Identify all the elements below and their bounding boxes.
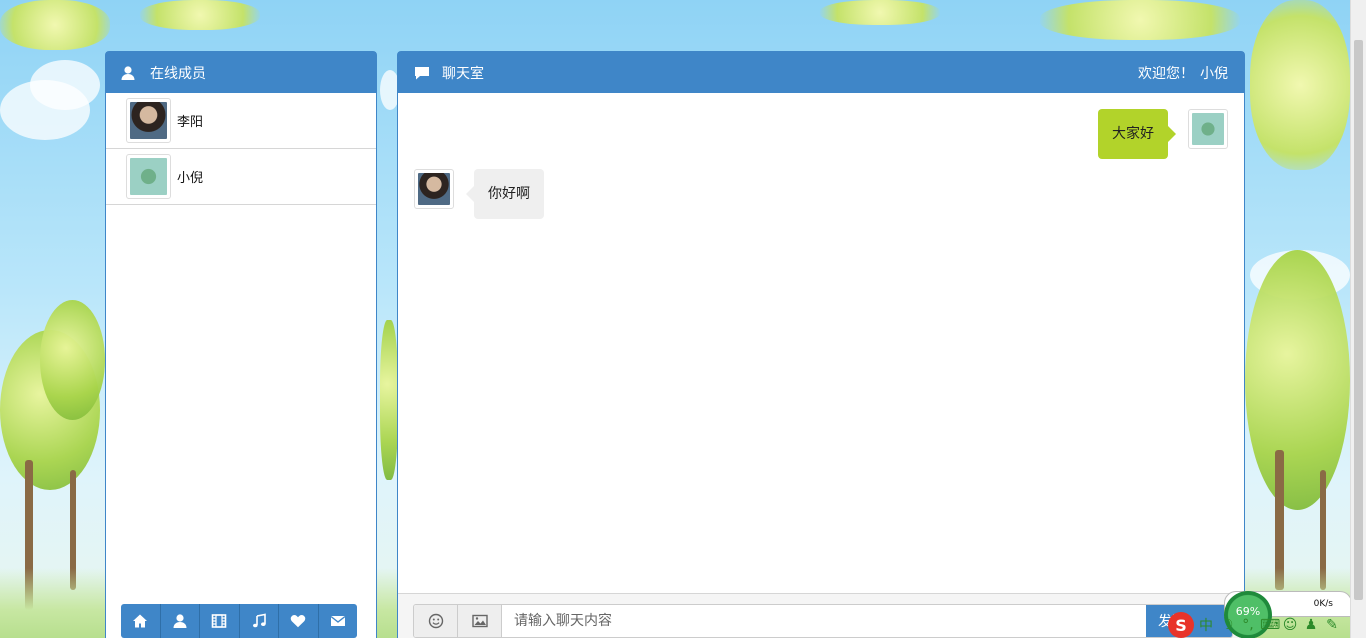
chat-input-bar: 发送 bbox=[398, 593, 1244, 638]
emoji-button[interactable] bbox=[414, 605, 458, 637]
current-username: 小倪 bbox=[1200, 65, 1228, 82]
member-toolbar bbox=[121, 604, 357, 638]
avatar bbox=[1188, 109, 1228, 149]
image-button[interactable] bbox=[458, 605, 502, 637]
profile-button[interactable] bbox=[161, 604, 200, 638]
music-icon bbox=[252, 613, 266, 628]
user-icon[interactable]: ☺ bbox=[1281, 617, 1299, 633]
user-icon bbox=[120, 65, 136, 81]
avatar bbox=[126, 98, 171, 143]
user-icon bbox=[173, 614, 187, 628]
welcome-label: 欢迎您！ bbox=[1138, 65, 1194, 82]
home-button[interactable] bbox=[121, 604, 161, 638]
music-button[interactable] bbox=[240, 604, 279, 638]
moon-icon[interactable]: ☽ bbox=[1218, 617, 1236, 633]
comment-icon bbox=[414, 65, 430, 81]
message-area: 大家好 你好啊 bbox=[398, 93, 1244, 593]
ime-mode-toggle[interactable]: 中 bbox=[1197, 615, 1215, 635]
chat-header: 聊天室 欢迎您！ 小倪 bbox=[398, 52, 1244, 93]
member-name: 小倪 bbox=[177, 171, 204, 186]
online-members-panel: 在线成员 李阳 小倪 bbox=[105, 51, 377, 638]
video-button[interactable] bbox=[200, 604, 240, 638]
member-item[interactable]: 李阳 bbox=[106, 93, 376, 149]
film-icon bbox=[211, 614, 227, 628]
smiley-icon bbox=[428, 613, 443, 629]
keyboard-icon[interactable]: ⌨ bbox=[1260, 617, 1280, 633]
message-bubble: 你好啊 bbox=[466, 169, 544, 219]
chat-room-panel: 聊天室 欢迎您！ 小倪 大家好 你好啊 发送 bbox=[397, 51, 1245, 638]
envelope-icon bbox=[330, 615, 346, 626]
network-speed: 0K/s bbox=[1313, 599, 1333, 609]
message-other: 你好啊 bbox=[414, 169, 544, 219]
message-bubble: 大家好 bbox=[1098, 109, 1176, 159]
message-input[interactable] bbox=[502, 605, 1146, 637]
member-item[interactable]: 小倪 bbox=[106, 149, 376, 205]
heart-icon bbox=[290, 615, 306, 628]
favorite-button[interactable] bbox=[279, 604, 319, 638]
wrench-icon[interactable]: ✎ bbox=[1323, 617, 1341, 633]
message-self: 大家好 bbox=[1098, 109, 1228, 159]
ime-toolbar: S 中 ☽ °, ⌨ ☺ ♟ ✎ bbox=[1166, 612, 1350, 638]
avatar bbox=[414, 169, 454, 209]
punctuation-icon[interactable]: °, bbox=[1239, 617, 1257, 633]
member-list: 李阳 小倪 bbox=[106, 93, 376, 205]
chat-title: 聊天室 bbox=[442, 65, 484, 82]
members-panel-title: 在线成员 bbox=[150, 65, 206, 82]
home-icon bbox=[133, 614, 148, 628]
mail-button[interactable] bbox=[319, 604, 358, 638]
avatar bbox=[126, 154, 171, 199]
members-panel-header: 在线成员 bbox=[106, 52, 376, 93]
input-group: 发送 bbox=[413, 604, 1233, 638]
welcome-text: 欢迎您！ 小倪 bbox=[1138, 63, 1228, 83]
member-name: 李阳 bbox=[177, 115, 204, 130]
sogou-logo-icon[interactable]: S bbox=[1168, 612, 1194, 638]
shirt-icon[interactable]: ♟ bbox=[1302, 617, 1320, 633]
page-scrollbar[interactable] bbox=[1350, 0, 1366, 638]
picture-icon bbox=[471, 614, 488, 628]
